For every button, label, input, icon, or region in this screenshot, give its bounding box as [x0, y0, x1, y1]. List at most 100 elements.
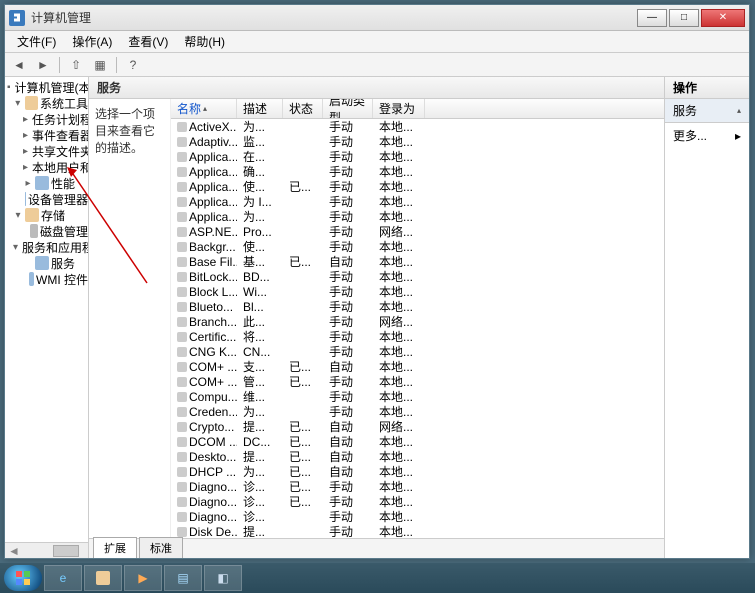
service-row[interactable]: Diagno...诊...已...手动本地...	[171, 494, 664, 509]
start-button[interactable]	[4, 565, 42, 591]
task-app2[interactable]: ◧	[204, 565, 242, 591]
service-row[interactable]: Branch...此...手动网络...	[171, 314, 664, 329]
service-row[interactable]: Applica...确...手动本地...	[171, 164, 664, 179]
col-desc[interactable]: 描述	[237, 99, 283, 118]
service-row[interactable]: Applica...使...已...手动本地...	[171, 179, 664, 194]
tree-tasksched[interactable]: ▸任务计划程序	[5, 111, 88, 127]
help-button[interactable]: ?	[123, 55, 143, 75]
menu-view[interactable]: 查看(V)	[120, 31, 176, 52]
tree-svcapp[interactable]: ▾服务和应用程序	[5, 239, 88, 255]
col-status[interactable]: 状态	[283, 99, 323, 118]
service-icon	[177, 392, 187, 402]
service-row[interactable]: DHCP ...为...已...自动本地...	[171, 464, 664, 479]
menu-help[interactable]: 帮助(H)	[176, 31, 233, 52]
col-startup[interactable]: 启动类型	[323, 99, 373, 118]
tree-localusr[interactable]: ▸本地用户和组	[5, 159, 88, 175]
folder-icon	[96, 571, 110, 585]
services-icon	[35, 256, 49, 270]
tree-services[interactable]: 服务	[5, 255, 88, 271]
tree-hscroll[interactable]: ◄	[5, 542, 88, 558]
service-row[interactable]: ASP.NE...Pro...手动网络...	[171, 224, 664, 239]
service-row[interactable]: Disk De...提...手动本地...	[171, 524, 664, 538]
service-row[interactable]: ActiveX...为...手动本地...	[171, 119, 664, 134]
mid-header: 服务	[89, 77, 664, 99]
task-app1[interactable]: ▤	[164, 565, 202, 591]
service-row[interactable]: DCOM ...DC...已...自动本地...	[171, 434, 664, 449]
service-row[interactable]: Applica...为...手动本地...	[171, 209, 664, 224]
service-row[interactable]: COM+ ...支...已...自动本地...	[171, 359, 664, 374]
col-logon[interactable]: 登录为	[373, 99, 425, 118]
service-row[interactable]: Diagno...诊...已...手动本地...	[171, 479, 664, 494]
service-icon	[177, 182, 187, 192]
tree-systools[interactable]: ▾系统工具	[5, 95, 88, 111]
back-button[interactable]: ◄	[9, 55, 29, 75]
service-icon	[177, 482, 187, 492]
menu-action[interactable]: 操作(A)	[64, 31, 120, 52]
window-title: 计算机管理	[31, 9, 635, 26]
service-row[interactable]: Diagno...诊...手动本地...	[171, 509, 664, 524]
forward-button[interactable]: ►	[33, 55, 53, 75]
service-icon	[177, 272, 187, 282]
task-media[interactable]: ▶	[124, 565, 162, 591]
tree-shared[interactable]: ▸共享文件夹	[5, 143, 88, 159]
service-row[interactable]: Applica...在...手动本地...	[171, 149, 664, 164]
service-icon	[177, 287, 187, 297]
service-row[interactable]: Creden...为...手动本地...	[171, 404, 664, 419]
service-icon	[177, 377, 187, 387]
service-row[interactable]: Compu...维...手动本地...	[171, 389, 664, 404]
service-icon	[177, 242, 187, 252]
service-row[interactable]: Crypto...提...已...自动网络...	[171, 419, 664, 434]
tab-extended[interactable]: 扩展	[93, 537, 137, 558]
service-icon	[177, 347, 187, 357]
description-pane: 选择一个项目来查看它的描述。	[89, 99, 171, 538]
service-icon	[177, 467, 187, 477]
service-icon	[177, 362, 187, 372]
service-row[interactable]: Backgr...使...手动本地...	[171, 239, 664, 254]
minimize-button[interactable]: —	[637, 9, 667, 27]
service-row[interactable]: BitLock...BD...手动本地...	[171, 269, 664, 284]
service-icon	[177, 317, 187, 327]
folder-icon	[25, 96, 38, 110]
service-row[interactable]: Certific...将...手动本地...	[171, 329, 664, 344]
perf-icon	[35, 176, 49, 190]
tree-perf[interactable]: ▸性能	[5, 175, 88, 191]
service-icon	[177, 302, 187, 312]
service-icon	[177, 197, 187, 207]
service-row[interactable]: Adaptiv...监...手动本地...	[171, 134, 664, 149]
service-row[interactable]: Base Fil...基...已...自动本地...	[171, 254, 664, 269]
tree-eventvwr[interactable]: ▸事件查看器	[5, 127, 88, 143]
service-row[interactable]: CNG K...CN...手动本地...	[171, 344, 664, 359]
view-tabs: 扩展 标准	[89, 538, 664, 558]
maximize-button[interactable]: □	[669, 9, 699, 27]
service-row[interactable]: Applica...为 I...手动本地...	[171, 194, 664, 209]
task-ie[interactable]: e	[44, 565, 82, 591]
tree-wmi[interactable]: WMI 控件	[5, 271, 88, 287]
menu-file[interactable]: 文件(F)	[9, 31, 64, 52]
services-list[interactable]: 名称▴ 描述 状态 启动类型 登录为 ActiveX...为...手动本地...…	[171, 99, 664, 538]
close-button[interactable]: ✕	[701, 9, 745, 27]
service-row[interactable]: Block L...Wi...手动本地...	[171, 284, 664, 299]
storage-icon	[25, 208, 39, 222]
show-hide-button[interactable]: ▦	[90, 55, 110, 75]
service-row[interactable]: COM+ ...管...已...手动本地...	[171, 374, 664, 389]
service-icon	[177, 257, 187, 267]
up-button[interactable]: ⇧	[66, 55, 86, 75]
task-explorer[interactable]	[84, 565, 122, 591]
tree-root[interactable]: ▪计算机管理(本地)	[5, 79, 88, 95]
col-name[interactable]: 名称▴	[171, 99, 237, 118]
tree-storage[interactable]: ▾存储	[5, 207, 88, 223]
titlebar[interactable]: 计算机管理 — □ ✕	[5, 5, 749, 31]
action-more[interactable]: 更多...▸	[665, 123, 749, 148]
menubar: 文件(F) 操作(A) 查看(V) 帮助(H)	[5, 31, 749, 53]
taskbar[interactable]: e ▶ ▤ ◧	[0, 563, 755, 593]
tree-diskmgr[interactable]: 磁盘管理	[5, 223, 88, 239]
action-group[interactable]: 服务▴	[665, 99, 749, 123]
service-icon	[177, 452, 187, 462]
service-icon	[177, 422, 187, 432]
tree-devmgr[interactable]: 设备管理器	[5, 191, 88, 207]
tab-standard[interactable]: 标准	[139, 537, 183, 558]
service-row[interactable]: Deskto...提...已...自动本地...	[171, 449, 664, 464]
service-icon	[177, 407, 187, 417]
separator	[59, 57, 60, 73]
service-row[interactable]: Blueto...Bl...手动本地...	[171, 299, 664, 314]
